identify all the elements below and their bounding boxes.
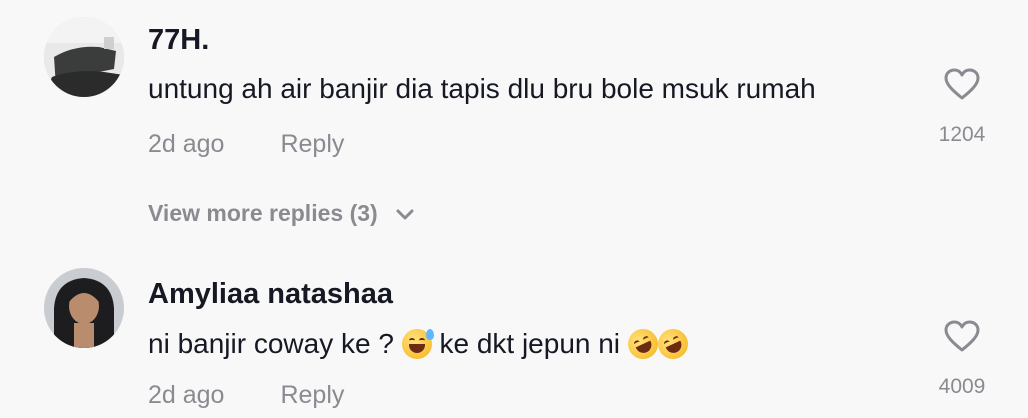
comment-time: 2d ago: [148, 381, 225, 409]
comment-text-part: ke dkt jepun ni: [431, 328, 628, 359]
rofl-emoji-icon: [652, 324, 693, 364]
avatar[interactable]: [44, 268, 124, 348]
like-button[interactable]: 1204: [930, 68, 994, 147]
like-count: 4009: [938, 375, 986, 398]
view-more-replies-button[interactable]: View more replies (3): [148, 200, 414, 227]
heart-outline-icon[interactable]: [944, 68, 980, 101]
grinning-sweat-emoji-icon: [401, 329, 434, 359]
heart-outline-icon[interactable]: [944, 320, 980, 353]
like-button[interactable]: 4009: [930, 320, 994, 399]
comment-item: 77H. untung ah air banjir dia tapis dlu …: [0, 0, 1028, 190]
avatar[interactable]: [44, 17, 124, 97]
chevron-down-icon: [396, 209, 414, 220]
reply-button[interactable]: Reply: [280, 381, 344, 409]
comment-text: ni banjir coway ke ? ke dkt jepun ni: [148, 324, 693, 364]
comment-username[interactable]: Amyliaa natashaa: [148, 278, 393, 311]
reply-button[interactable]: Reply: [280, 130, 344, 158]
like-count: 1204: [938, 123, 986, 146]
comment-time: 2d ago: [148, 130, 225, 158]
comment-text-part: ni banjir coway ke ?: [148, 328, 402, 359]
view-more-label[interactable]: View more replies (3): [148, 200, 378, 226]
comment-text: untung ah air banjir dia tapis dlu bru b…: [148, 73, 816, 104]
comment-meta: 2d ago Reply: [148, 381, 344, 410]
comment-username[interactable]: 77H.: [148, 24, 209, 57]
comment-meta: 2d ago Reply: [148, 130, 344, 159]
comment-item: Amyliaa natashaa ni banjir coway ke ? ke…: [0, 252, 1028, 418]
